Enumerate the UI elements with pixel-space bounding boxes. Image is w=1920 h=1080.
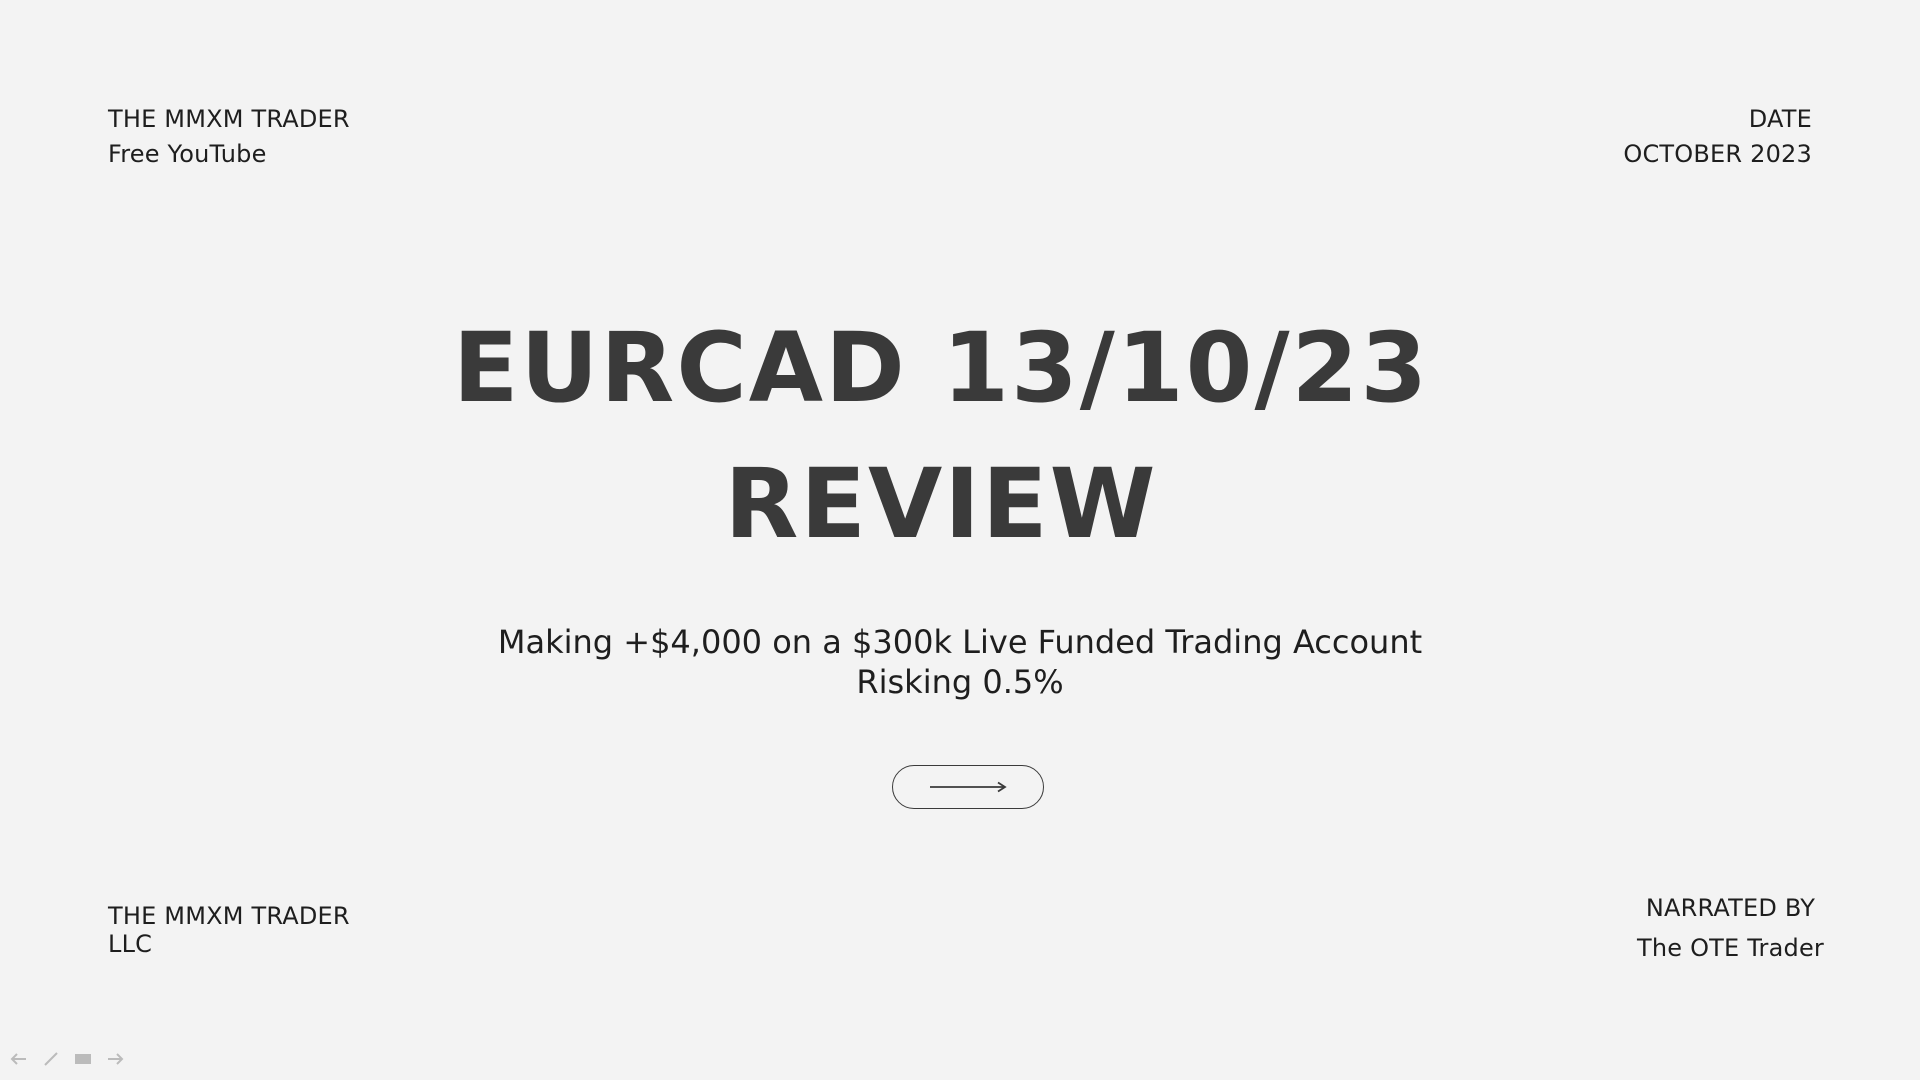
- company-name: THE MMXM TRADER: [108, 902, 350, 930]
- presentation-toolbar: [10, 1052, 124, 1066]
- top-right-header: DATE OCTOBER 2023: [1623, 102, 1812, 172]
- slide-title-line-1: EURCAD 13/10/23: [452, 312, 1430, 424]
- narrator-label: NARRATED BY: [1645, 894, 1816, 922]
- date-value: OCTOBER 2023: [1623, 140, 1812, 168]
- next-button[interactable]: [892, 765, 1044, 809]
- company-suffix: LLC: [108, 930, 153, 958]
- bottom-right-footer: NARRATED BY The OTE Trader: [1637, 888, 1824, 968]
- top-left-header: THE MMXM TRADER Free YouTube: [108, 102, 350, 172]
- date-label: DATE: [1748, 105, 1812, 133]
- forward-icon[interactable]: [106, 1052, 124, 1066]
- pen-icon[interactable]: [42, 1052, 60, 1066]
- channel-label: Free YouTube: [108, 140, 267, 168]
- brand-name: THE MMXM TRADER: [108, 105, 350, 133]
- slide-subtitle-line-1: Making +$4,000 on a $300k Live Funded Tr…: [497, 623, 1423, 661]
- back-icon[interactable]: [10, 1052, 28, 1066]
- slide-title-line-2: REVIEW: [724, 448, 1158, 560]
- narrator-name: The OTE Trader: [1637, 934, 1824, 962]
- slides-icon[interactable]: [74, 1052, 92, 1066]
- slide-title: EURCAD 13/10/23 REVIEW: [0, 300, 1882, 572]
- slide-subtitle-line-2: Risking 0.5%: [856, 663, 1064, 701]
- arrow-right-icon: [928, 780, 1008, 794]
- slide-subtitle: Making +$4,000 on a $300k Live Funded Tr…: [0, 622, 1920, 702]
- bottom-left-footer: THE MMXM TRADER LLC: [108, 902, 350, 958]
